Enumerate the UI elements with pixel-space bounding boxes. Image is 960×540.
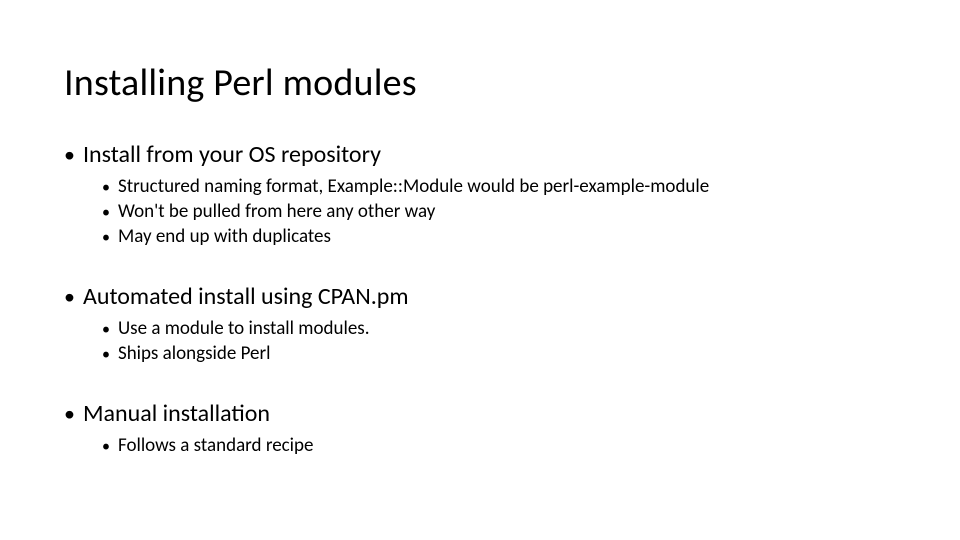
bullet-text: Install from your OS repository <box>83 140 381 169</box>
list-item: • Install from your OS repository • Stru… <box>64 140 896 248</box>
slide: Installing Perl modules • Install from y… <box>0 0 960 540</box>
bullet-text: Manual installation <box>83 399 270 428</box>
sub-bullet-text: May end up with duplicates <box>118 225 331 248</box>
sub-bullet-text: Ships alongside Perl <box>118 342 271 365</box>
bullet-icon: • <box>64 144 75 166</box>
sub-bullet-text: Use a module to install modules. <box>118 317 370 340</box>
list-item: • Manual installation • Follows a standa… <box>64 399 896 457</box>
sub-list: • Structured naming format, Example::Mod… <box>102 175 896 248</box>
bullet-list: • Install from your OS repository • Stru… <box>64 140 896 457</box>
bullet-icon: • <box>64 403 75 425</box>
bullet-row: • Manual installation <box>64 399 896 428</box>
bullet-icon: • <box>102 205 110 221</box>
sub-bullet-text: Structured naming format, Example::Modul… <box>118 175 709 198</box>
bullet-icon: • <box>102 347 110 363</box>
list-item: • Won't be pulled from here any other wa… <box>102 200 896 223</box>
list-item: • Structured naming format, Example::Mod… <box>102 175 896 198</box>
list-item: • Automated install using CPAN.pm • Use … <box>64 282 896 365</box>
sub-bullet-text: Won't be pulled from here any other way <box>118 200 435 223</box>
slide-title: Installing Perl modules <box>64 60 896 106</box>
bullet-row: • Automated install using CPAN.pm <box>64 282 896 311</box>
sub-list: • Follows a standard recipe <box>102 434 896 457</box>
bullet-icon: • <box>102 180 110 196</box>
bullet-icon: • <box>102 230 110 246</box>
list-item: • Ships alongside Perl <box>102 342 896 365</box>
sub-bullet-text: Follows a standard recipe <box>118 434 314 457</box>
bullet-icon: • <box>64 286 75 308</box>
list-item: • Use a module to install modules. <box>102 317 896 340</box>
bullet-icon: • <box>102 439 110 455</box>
sub-list: • Use a module to install modules. • Shi… <box>102 317 896 365</box>
list-item: • May end up with duplicates <box>102 225 896 248</box>
bullet-row: • Install from your OS repository <box>64 140 896 169</box>
bullet-text: Automated install using CPAN.pm <box>83 282 409 311</box>
bullet-icon: • <box>102 322 110 338</box>
list-item: • Follows a standard recipe <box>102 434 896 457</box>
